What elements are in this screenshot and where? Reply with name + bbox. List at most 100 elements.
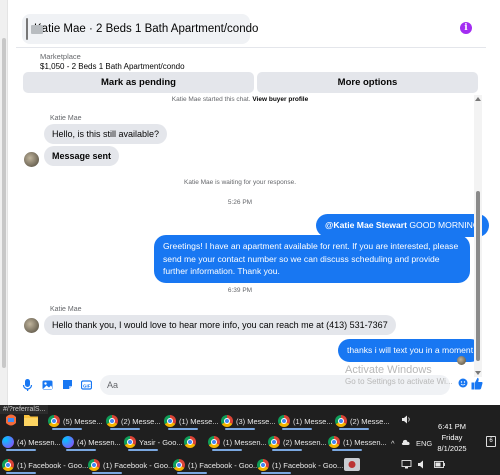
- taskbar-app-facebook[interactable]: (1) Facebook - Goo...: [257, 456, 343, 474]
- thumbs-up-icon[interactable]: [471, 377, 483, 390]
- listing-title-chip[interactable]: Katie Mae · 2 Beds 1 Bath Apartment/cond…: [22, 14, 258, 44]
- sender-name: Katie Mae: [50, 115, 82, 122]
- incoming-message[interactable]: Hello thank you, I would love to hear mo…: [44, 315, 396, 335]
- header-divider: [16, 47, 486, 48]
- taskbar-app-chrome[interactable]: Yasir - Goo...: [124, 433, 183, 451]
- chrome-icon: [257, 459, 269, 471]
- scroll-up-icon[interactable]: [475, 97, 481, 101]
- taskbar-app-messenger[interactable]: (2) Messe...: [106, 412, 161, 430]
- chat-header: Katie Mae · 2 Beds 1 Bath Apartment/cond…: [16, 12, 486, 48]
- chrome-icon: [268, 436, 280, 448]
- mention-tag[interactable]: @Katie Mae Stewart: [325, 220, 407, 230]
- more-options-button[interactable]: More options: [257, 72, 478, 93]
- cloud-sync-icon[interactable]: [401, 438, 410, 447]
- incoming-message[interactable]: Hello, is this still available?: [44, 124, 168, 144]
- taskbar-app-messenger[interactable]: (5) Messe...: [48, 412, 103, 430]
- greeting-text: GOOD MORNING: [406, 220, 480, 230]
- emoji-icon[interactable]: [458, 378, 468, 388]
- buyer-avatar[interactable]: [24, 318, 39, 333]
- taskbar-app-messenger[interactable]: (1) Messe...: [278, 412, 333, 430]
- listing-thumbnail: [26, 18, 43, 40]
- taskbar-app-chrome[interactable]: [184, 433, 199, 451]
- chrome-icon: [221, 415, 233, 427]
- game-app-icon[interactable]: [344, 458, 360, 471]
- taskbar-label: (1) Messen...: [343, 437, 387, 447]
- battery-icon[interactable]: [434, 460, 445, 469]
- taskbar-label: Yasir - Goo...: [139, 437, 183, 447]
- taskbar-app-messenger[interactable]: (3) Messe...: [221, 412, 276, 430]
- windows-taskbar: #/?referralS... (5) Messe... (2) Messe..…: [0, 405, 500, 475]
- taskbar-label: (3) Messe...: [236, 416, 276, 426]
- chrome-icon: [335, 415, 347, 427]
- gif-icon[interactable]: GIF: [81, 379, 92, 391]
- copilot-icon[interactable]: [4, 413, 18, 427]
- file-explorer-icon[interactable]: [24, 413, 38, 426]
- outgoing-message[interactable]: Greetings! I have an apartment available…: [154, 235, 470, 283]
- messenger-icon: [2, 436, 14, 448]
- view-buyer-profile-link[interactable]: View buyer profile: [252, 96, 308, 103]
- taskbar-label: (1) Facebook - Goo...: [188, 460, 260, 470]
- sticker-icon[interactable]: [62, 379, 73, 391]
- taskbar-label: (1) Facebook - Goo...: [272, 460, 344, 470]
- taskbar-label: (1) Messen...: [223, 437, 267, 447]
- chrome-icon: [328, 436, 340, 448]
- info-icon[interactable]: i: [460, 22, 472, 34]
- chrome-icon: [164, 415, 176, 427]
- taskbar-label: (1) Messe...: [179, 416, 219, 426]
- svg-text:GIF: GIF: [83, 383, 91, 388]
- photo-icon[interactable]: [42, 379, 53, 391]
- taskbar-app-messenger[interactable]: (2) Messe...: [335, 412, 390, 430]
- chat-title: Katie Mae · 2 Beds 1 Bath Apartment/cond…: [34, 23, 259, 35]
- show-hidden-icons-icon[interactable]: ^: [391, 439, 395, 448]
- volume-icon[interactable]: [402, 415, 412, 424]
- watermark-subtitle: Go to Settings to activate Wi...: [345, 377, 453, 386]
- marketplace-label: Marketplace: [40, 52, 81, 61]
- speaker-icon[interactable]: [418, 460, 428, 469]
- taskbar-app-facebook[interactable]: (1) Facebook - Goo...: [173, 456, 259, 474]
- taskbar-label: (5) Messe...: [63, 416, 103, 426]
- outgoing-message[interactable]: @Katie Mae Stewart GOOD MORNING: [316, 214, 489, 237]
- taskbar-label: (2) Messe...: [350, 416, 390, 426]
- chrome-icon: [48, 415, 60, 427]
- chat-started-notice: Katie Mae started this chat. View buyer …: [0, 96, 480, 103]
- chrome-icon: [88, 459, 100, 471]
- activate-windows-watermark: Activate Windows Go to Settings to activ…: [345, 364, 453, 386]
- network-icon[interactable]: [401, 460, 412, 469]
- taskbar-label: (1) Facebook - Goo...: [17, 460, 89, 470]
- chat-window: Katie Mae · 2 Beds 1 Bath Apartment/cond…: [0, 0, 500, 405]
- mark-as-pending-button[interactable]: Mark as pending: [23, 72, 254, 93]
- taskbar-app-facebook[interactable]: (1) Facebook - Goo...: [88, 456, 174, 474]
- timestamp: 5:26 PM: [227, 199, 253, 206]
- microphone-icon[interactable]: [22, 379, 33, 391]
- taskbar-app-messenger[interactable]: (4) Messen...: [2, 433, 61, 451]
- taskbar-app-messenger[interactable]: (4) Messen...: [62, 433, 121, 451]
- taskbar-label: (4) Messen...: [77, 437, 121, 447]
- taskbar-label: (2) Messen...: [283, 437, 327, 447]
- chrome-icon: [2, 459, 14, 471]
- taskbar-app-messenger[interactable]: (1) Messe...: [164, 412, 219, 430]
- taskbar-app-messenger[interactable]: (1) Messen...: [208, 433, 267, 451]
- marketplace-info: Marketplace $1,050 - 2 Beds 1 Bath Apart…: [40, 52, 185, 71]
- chrome-icon: [124, 436, 136, 448]
- taskbar-app-facebook[interactable]: (1) Facebook - Goo...: [2, 456, 88, 474]
- notification-badge[interactable]: 6: [486, 436, 496, 447]
- messages-scrollbar[interactable]: [474, 95, 482, 377]
- taskbar-label: (2) Messe...: [121, 416, 161, 426]
- buyer-avatar[interactable]: [24, 152, 39, 167]
- started-text: Katie Mae started this chat.: [171, 96, 251, 103]
- chrome-icon: [106, 415, 118, 427]
- clock-day: Friday: [441, 433, 463, 442]
- taskbar-label: (1) Messe...: [293, 416, 333, 426]
- taskbar-app-messenger[interactable]: (2) Messen...: [268, 433, 327, 451]
- taskbar-label: (1) Facebook - Goo...: [103, 460, 175, 470]
- sender-name: Katie Mae: [50, 306, 82, 313]
- taskbar-label: (4) Messen...: [17, 437, 61, 447]
- scroll-thumb[interactable]: [476, 191, 480, 361]
- seen-avatar: [457, 356, 466, 365]
- timestamp: 6:39 PM: [227, 287, 253, 294]
- taskbar-clock[interactable]: 6:41 PM Friday 8/1/2025: [430, 421, 474, 454]
- taskbar-app-messenger[interactable]: (1) Messen...: [328, 433, 387, 451]
- messenger-icon: [62, 436, 74, 448]
- watermark-title: Activate Windows: [345, 364, 432, 376]
- incoming-message[interactable]: Message sent: [44, 146, 120, 166]
